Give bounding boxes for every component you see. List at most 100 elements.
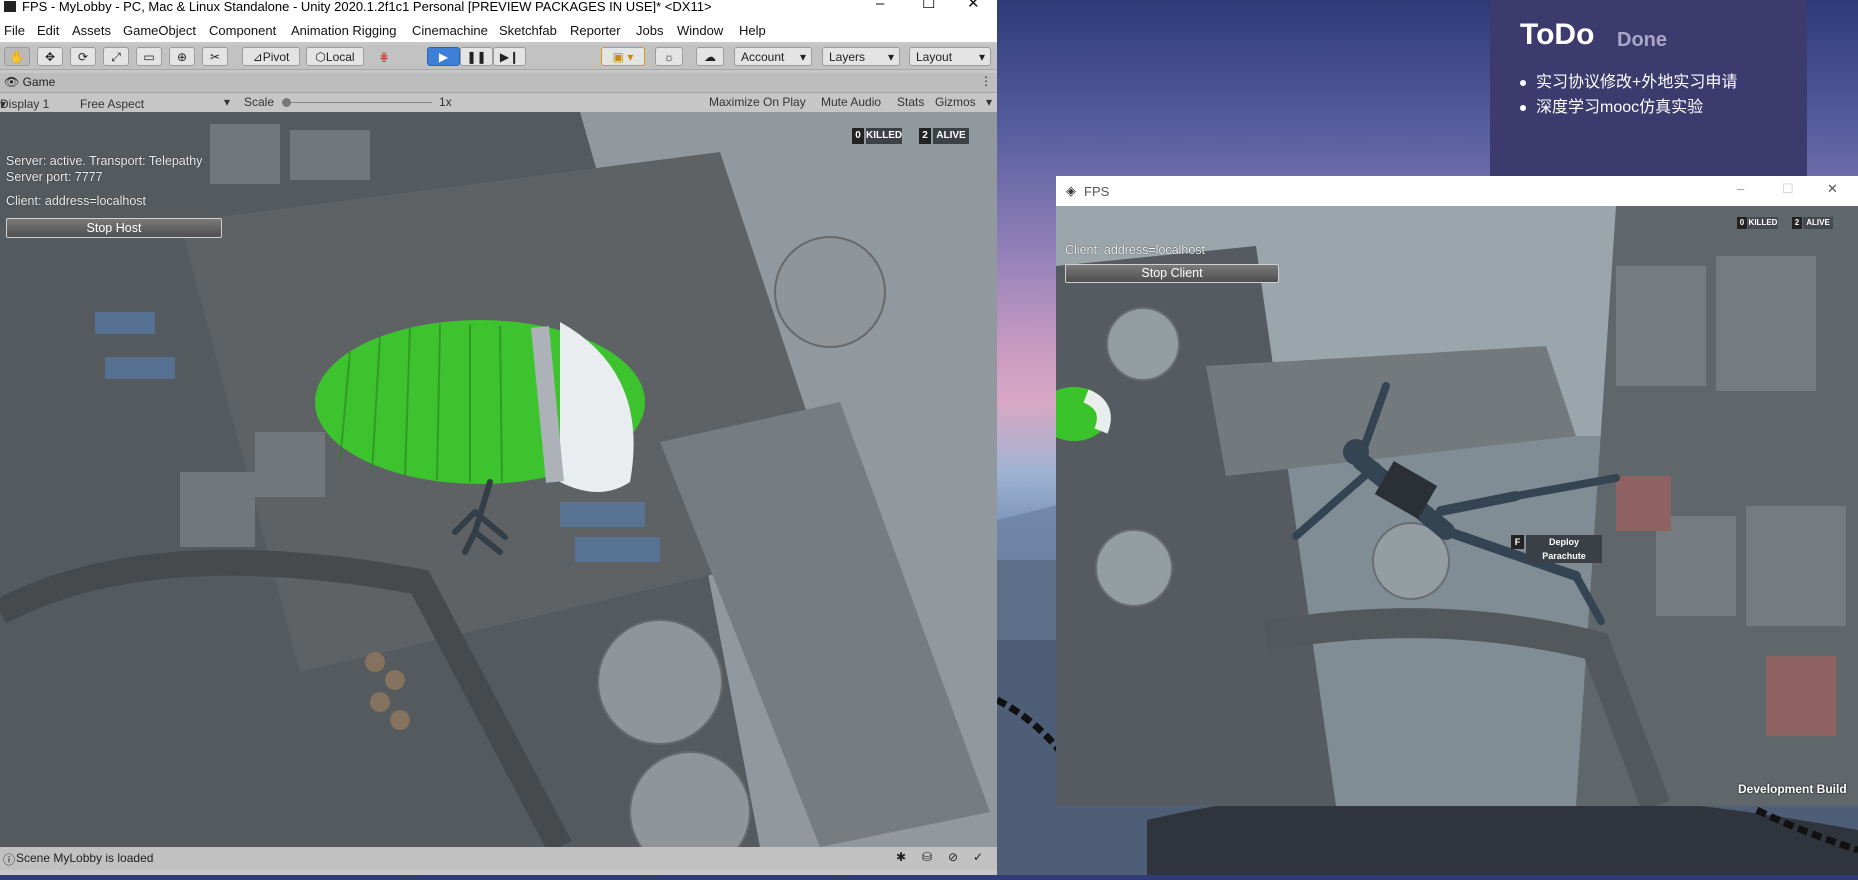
- layers-icon[interactable]: ⛁: [922, 850, 932, 864]
- menu-cinemachine[interactable]: Cinemachine: [412, 23, 488, 38]
- account-dropdown[interactable]: Account ▾: [734, 47, 812, 66]
- todo-slide: ToDo Done 实习协议修改+外地实习申请 深度学习mooc仿真实验: [1490, 0, 1807, 178]
- unity-logo-icon: ◈: [1066, 183, 1076, 198]
- menu-component[interactable]: Component: [209, 23, 276, 38]
- unity-logo-icon: [4, 1, 16, 12]
- scale-slider-track[interactable]: [282, 102, 432, 103]
- deploy-parachute-prompt: Deploy Parachute: [1526, 535, 1602, 563]
- alive-count: 2: [919, 128, 931, 144]
- collab-icon: ▣ ▾: [612, 50, 634, 64]
- pivot-toggle[interactable]: ⊿Pivot: [242, 47, 300, 66]
- gizmos-toggle[interactable]: Gizmos: [935, 95, 976, 109]
- game-view-toolbar: Display 1 ▾ Free Aspect ▾ Scale 1x Maxim…: [0, 93, 997, 112]
- client-address-text: Client: address=localhost: [1065, 243, 1206, 257]
- menu-window[interactable]: Window: [677, 23, 723, 38]
- scale-label: Scale: [244, 95, 275, 109]
- minimize-icon[interactable]: –: [876, 0, 884, 11]
- development-build-label: Development Build: [1738, 782, 1847, 796]
- alive-count: 2: [1792, 217, 1802, 229]
- scale-tool-button[interactable]: ⤢: [103, 47, 129, 66]
- chevron-down-icon: ▾: [887, 50, 894, 64]
- killed-label: KILLED: [866, 128, 902, 144]
- bullet-icon: [1520, 104, 1526, 111]
- fps-build-window: ◈ FPS – ☐ ✕ Client: address=localhost St…: [1056, 176, 1858, 806]
- step-icon: ▶❙: [499, 50, 520, 64]
- play-button[interactable]: ▶: [427, 47, 460, 66]
- maximize-on-play-toggle[interactable]: Maximize On Play: [709, 95, 806, 109]
- chevron-down-icon: ▾: [0, 97, 7, 111]
- minimize-icon[interactable]: –: [1737, 181, 1744, 196]
- game-view[interactable]: Server: active. Transport: Telepathy Ser…: [0, 112, 997, 847]
- killed-count: 0: [1737, 217, 1747, 229]
- chevron-down-icon: ▾: [986, 95, 993, 109]
- client-address-text: Client: address=localhost: [6, 194, 147, 208]
- menu-sketchfab[interactable]: Sketchfab: [499, 23, 557, 38]
- check-icon[interactable]: ✓: [973, 850, 983, 864]
- menu-reporter[interactable]: Reporter: [570, 23, 621, 38]
- killed-count: 0: [852, 128, 864, 144]
- debug-icon[interactable]: ✱: [896, 850, 906, 864]
- status-bar: ⓘ Scene MyLobby is loaded ✱ ⛁ ⊘ ✓: [0, 847, 997, 870]
- bullet-icon: [1520, 79, 1526, 86]
- menu-file[interactable]: File: [4, 23, 25, 38]
- menu-jobs[interactable]: Jobs: [636, 23, 663, 38]
- more-options-icon[interactable]: ⋮: [980, 74, 992, 88]
- game-tab[interactable]: 👁 Game: [4, 75, 55, 89]
- alive-label: ALIVE: [1803, 217, 1833, 229]
- services-button[interactable]: ☼: [655, 47, 683, 66]
- scale-slider-handle[interactable]: [282, 98, 291, 107]
- status-message: Scene MyLobby is loaded: [16, 851, 154, 865]
- editor-toolbar: ✋ ✥ ⟳ ⤢ ▭ ⊕ ✂ ⊿Pivot ⬡Local ⋕ ▶ ❚❚ ▶❙ ▣ …: [0, 45, 997, 70]
- todo-item: 实习协议修改+外地实习申请: [1520, 68, 1737, 92]
- cloud-icon: ☁: [704, 50, 716, 64]
- rotate-tool-button[interactable]: ⟳: [70, 47, 96, 66]
- pivot-icon: ⊿: [252, 50, 263, 64]
- step-button[interactable]: ▶❙: [493, 47, 526, 66]
- menu-edit[interactable]: Edit: [37, 23, 59, 38]
- close-icon[interactable]: ✕: [967, 0, 980, 11]
- window-titlebar: FPS - MyLobby - PC, Mac & Linux Standalo…: [0, 0, 997, 13]
- parachute-key-hint: F: [1511, 535, 1524, 549]
- fps-window-title: FPS: [1084, 184, 1110, 199]
- mute-audio-toggle[interactable]: Mute Audio: [821, 95, 881, 109]
- fps-scene-aerial: [1056, 206, 1858, 806]
- collab-button[interactable]: ▣ ▾: [601, 47, 645, 66]
- server-port-text: Server port: 7777: [6, 170, 103, 184]
- cache-icon[interactable]: ⊘: [948, 850, 958, 864]
- menu-assets[interactable]: Assets: [72, 23, 111, 38]
- rect-tool-button[interactable]: ▭: [136, 47, 162, 66]
- maximize-icon[interactable]: ☐: [1782, 181, 1794, 197]
- layers-dropdown[interactable]: Layers ▾: [822, 47, 900, 66]
- pause-icon: ❚❚: [466, 50, 487, 64]
- services-icon: ☼: [663, 50, 675, 64]
- window-title: FPS - MyLobby - PC, Mac & Linux Standalo…: [22, 0, 712, 14]
- maximize-icon[interactable]: ☐: [922, 0, 935, 11]
- layout-dropdown[interactable]: Layout ▾: [909, 47, 991, 66]
- move-tool-button[interactable]: ✥: [37, 47, 63, 66]
- chevron-down-icon: ▾: [799, 50, 806, 64]
- game-tab-header: 👁 Game ⋮: [0, 73, 997, 93]
- server-status-text: Server: active. Transport: Telepathy: [6, 154, 203, 168]
- cloud-button[interactable]: ☁: [696, 47, 724, 66]
- stats-toggle[interactable]: Stats: [897, 95, 924, 109]
- hand-tool-button[interactable]: ✋: [4, 47, 30, 66]
- custom-tool-button[interactable]: ✂: [202, 47, 228, 66]
- local-toggle[interactable]: ⬡Local: [306, 47, 364, 66]
- snap-grid-button[interactable]: ⋕: [371, 47, 397, 66]
- todo-title: ToDo: [1520, 18, 1595, 51]
- menu-animation-rigging[interactable]: Animation Rigging: [291, 23, 397, 38]
- info-icon: ⓘ: [3, 853, 16, 867]
- menu-gameobject[interactable]: GameObject: [123, 23, 196, 38]
- stop-client-button[interactable]: Stop Client: [1065, 264, 1279, 283]
- alive-label: ALIVE: [933, 128, 969, 144]
- transform-tool-button[interactable]: ⊕: [169, 47, 195, 66]
- fps-game-view[interactable]: Client: address=localhost Stop Client 0 …: [1056, 206, 1858, 806]
- menu-bar: File Edit Assets GameObject Component An…: [0, 20, 997, 42]
- stop-host-button[interactable]: Stop Host: [6, 218, 222, 238]
- chevron-down-icon: ▾: [224, 95, 231, 109]
- close-icon[interactable]: ✕: [1827, 181, 1838, 197]
- cube-icon: ⬡: [315, 50, 326, 64]
- pause-button[interactable]: ❚❚: [460, 47, 493, 66]
- menu-help[interactable]: Help: [739, 23, 766, 38]
- chevron-down-icon: ▾: [978, 50, 985, 64]
